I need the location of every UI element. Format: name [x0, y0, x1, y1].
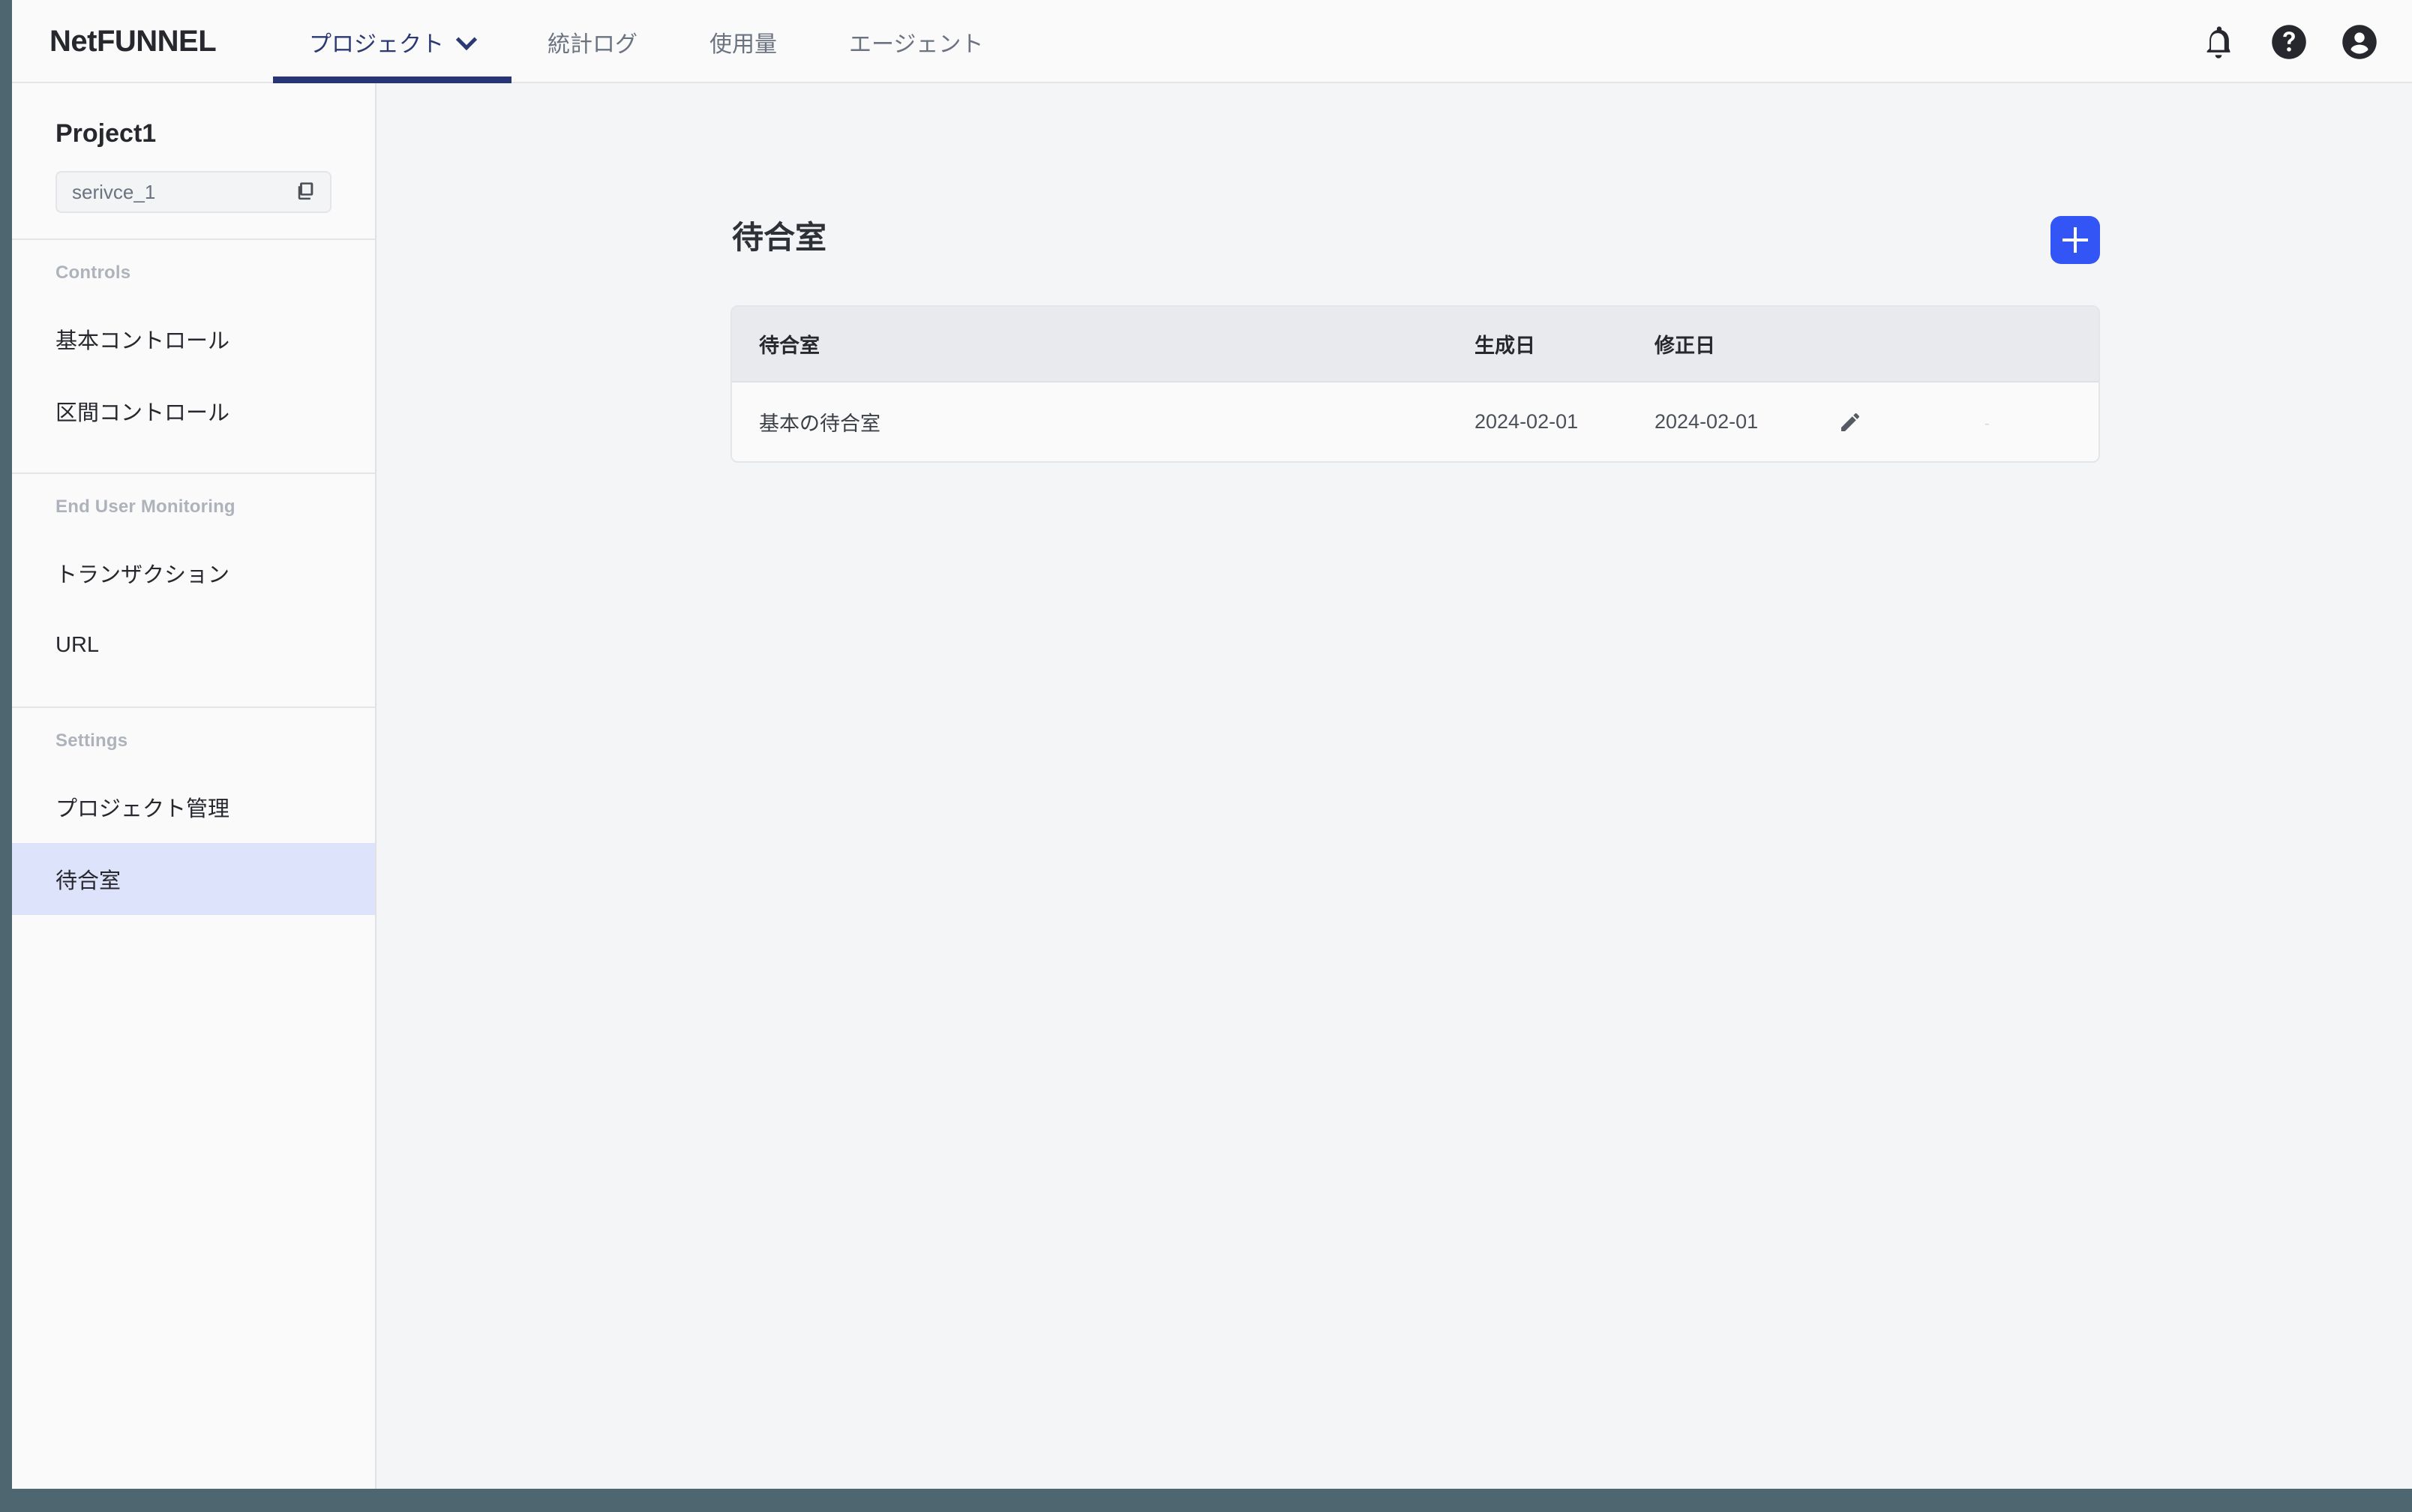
- table-header-row: 待合室 生成日 修正日: [732, 307, 2098, 382]
- browser-frame: NetFUNNEL プロジェクト 統計ログ 使用量 エージェント Project…: [0, 0, 2412, 1512]
- column-header-delete: [1984, 307, 2098, 382]
- sidebar-item-basic-control[interactable]: 基本コントロール: [12, 303, 375, 375]
- sidebar-section-end-user-monitoring: End User Monitoring: [56, 496, 236, 517]
- brand-logo: NetFUNNEL: [50, 25, 217, 58]
- header-icon-group: [2199, 0, 2379, 83]
- add-waiting-room-button[interactable]: [2050, 216, 2100, 264]
- page-title: 待合室: [732, 220, 827, 255]
- chevron-down-icon: [458, 31, 476, 49]
- column-header-edit: [1838, 307, 1984, 382]
- copy-icon[interactable]: [294, 180, 318, 204]
- plus-icon: [2062, 227, 2088, 253]
- cell-edit-action[interactable]: [1838, 382, 1984, 461]
- cell-modified-date: 2024-02-01: [1654, 382, 1838, 461]
- sidebar-section-settings: Settings: [56, 730, 128, 751]
- cell-room-name: 基本の待合室: [732, 382, 1474, 461]
- project-title: Project1: [56, 119, 157, 148]
- sidebar-item-url[interactable]: URL: [12, 609, 375, 681]
- sidebar-item-project-management[interactable]: プロジェクト管理: [12, 771, 375, 843]
- sidebar: Project1 serivce_1 Controls 基本コントロール 区間コ…: [12, 83, 376, 1489]
- sidebar-item-segment-control-label: 区間コントロール: [56, 401, 230, 425]
- notification-bell-icon[interactable]: [2199, 22, 2238, 62]
- sidebar-item-waiting-room-label: 待合室: [56, 869, 122, 893]
- tab-statistics-log[interactable]: 統計ログ: [512, 0, 674, 83]
- service-id-field[interactable]: serivce_1: [56, 171, 332, 213]
- table-row[interactable]: 基本の待合室 2024-02-01 2024-02-01 -: [732, 382, 2098, 461]
- pencil-edit-icon[interactable]: [1838, 410, 1862, 434]
- top-header: NetFUNNEL プロジェクト 統計ログ 使用量 エージェント: [12, 0, 2412, 83]
- sidebar-item-transaction[interactable]: トランザクション: [12, 537, 375, 609]
- sidebar-item-transaction-label: トランザクション: [56, 563, 230, 587]
- sidebar-item-basic-control-label: 基本コントロール: [56, 329, 230, 353]
- main-content: 待合室 待合室 生成日 修正日 基本の待合室 2024-02-01 2024-0…: [378, 83, 2412, 1489]
- column-header-created: 生成日: [1474, 307, 1654, 382]
- service-id-value: serivce_1: [72, 180, 156, 203]
- column-header-name: 待合室: [732, 307, 1474, 382]
- cell-delete-action[interactable]: -: [1984, 382, 2098, 461]
- waiting-room-table: 待合室 生成日 修正日 基本の待合室 2024-02-01 2024-02-01: [730, 305, 2100, 463]
- tab-agent[interactable]: エージェント: [813, 0, 1019, 83]
- tab-usage-label: 使用量: [710, 32, 777, 57]
- tab-agent-label: エージェント: [849, 32, 984, 57]
- sidebar-item-url-label: URL: [56, 632, 100, 657]
- help-circle-icon[interactable]: [2270, 22, 2308, 62]
- main-nav-tabs: プロジェクト 統計ログ 使用量 エージェント: [273, 0, 1019, 83]
- account-circle-icon[interactable]: [2340, 22, 2379, 62]
- tab-project-label: プロジェクト: [309, 32, 444, 57]
- sidebar-section-controls: Controls: [56, 262, 131, 283]
- sidebar-item-segment-control[interactable]: 区間コントロール: [12, 375, 375, 447]
- delete-placeholder: -: [1984, 416, 1990, 432]
- sidebar-item-project-management-label: プロジェクト管理: [56, 797, 230, 821]
- tab-statistics-log-label: 統計ログ: [548, 32, 638, 57]
- column-header-modified: 修正日: [1654, 307, 1838, 382]
- app-viewport: NetFUNNEL プロジェクト 統計ログ 使用量 エージェント Project…: [12, 0, 2412, 1489]
- cell-created-date: 2024-02-01: [1474, 382, 1654, 461]
- tab-project[interactable]: プロジェクト: [273, 0, 512, 83]
- tab-usage[interactable]: 使用量: [674, 0, 813, 83]
- sidebar-item-waiting-room[interactable]: 待合室: [12, 843, 375, 915]
- window-bottom-bar: [0, 1489, 2412, 1512]
